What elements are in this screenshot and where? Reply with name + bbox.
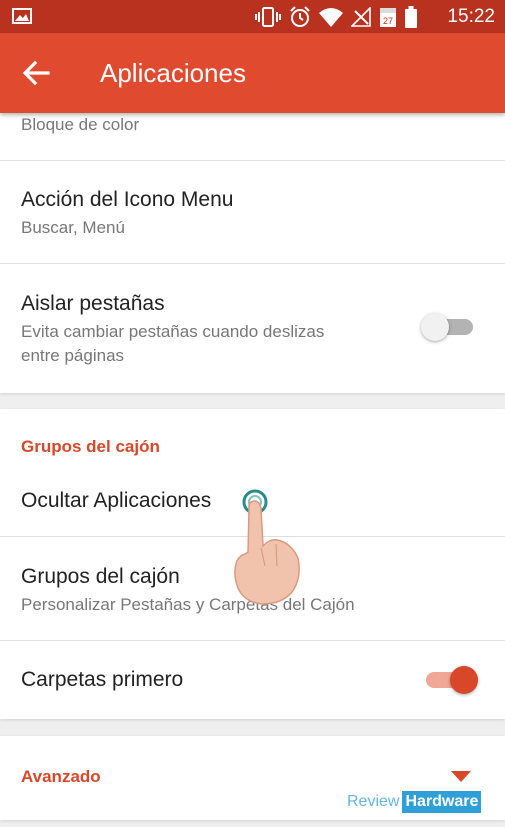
list-item-title: Grupos del cajón	[21, 565, 180, 588]
image-icon	[12, 8, 32, 24]
list-item-folders-first[interactable]: Carpetas primero	[0, 641, 505, 719]
settings-card-general: Bloque de color Acción del Icono Menu Bu…	[0, 113, 505, 393]
list-item-subtitle: Evita cambiar pestañas cuando deslizas	[21, 322, 325, 341]
calendar-day: 27	[383, 16, 393, 26]
triangle-down-icon[interactable]	[451, 771, 471, 783]
vibrate-icon	[255, 7, 281, 27]
tap-gesture-hand-icon	[234, 489, 300, 605]
toggle-thumb	[421, 313, 449, 341]
list-item-color-block[interactable]: Bloque de color	[0, 113, 505, 161]
folders-first-toggle[interactable]	[424, 665, 478, 695]
list-item-title: Aislar pestañas	[21, 292, 165, 315]
list-item-subtitle: entre páginas	[21, 346, 125, 365]
calendar-icon: 27	[380, 8, 396, 27]
section-header: Grupos del cajón	[21, 437, 160, 456]
list-item-isolate-tabs[interactable]: Aislar pestañas Evita cambiar pestañas c…	[0, 265, 505, 393]
watermark-text-review: Review	[347, 793, 400, 810]
alarm-icon	[290, 6, 310, 27]
arrow-back-icon[interactable]	[22, 59, 50, 87]
battery-icon	[405, 6, 417, 28]
no-signal-icon	[351, 7, 371, 27]
list-item-subtitle: Buscar, Menú	[21, 218, 125, 237]
list-item-subtitle: Bloque de color	[21, 115, 140, 134]
clock: 15:22	[447, 6, 495, 27]
isolate-tabs-toggle[interactable]	[421, 312, 475, 342]
section-header: Avanzado	[21, 767, 101, 786]
list-item-title: Acción del Icono Menu	[21, 188, 234, 211]
list-item-menu-icon-action[interactable]: Acción del Icono Menu Buscar, Menú	[0, 161, 505, 264]
list-item-title: Carpetas primero	[21, 668, 184, 691]
watermark-logo: Review Hardware	[347, 791, 482, 813]
watermark-text-hardware: Hardware	[402, 791, 482, 813]
toggle-thumb	[450, 666, 478, 694]
list-item-title: Ocultar Aplicaciones	[21, 489, 212, 512]
page-title: Aplicaciones	[100, 58, 246, 88]
status-bar: 27 15:22	[0, 0, 505, 33]
wifi-icon	[319, 8, 343, 27]
app-bar: Aplicaciones	[0, 33, 505, 113]
